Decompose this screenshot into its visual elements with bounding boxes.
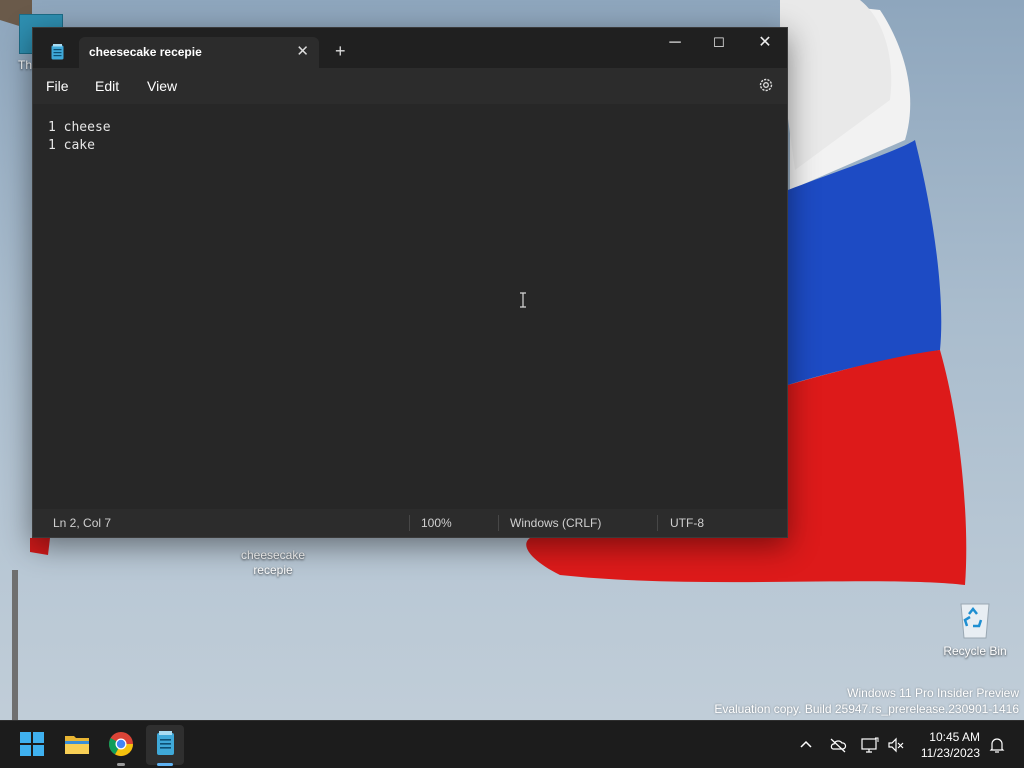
gear-icon[interactable]	[757, 76, 775, 94]
status-zoom[interactable]: 100%	[421, 516, 452, 530]
bell-icon[interactable]	[987, 735, 1007, 755]
desktop-icon-label-line1: cheesecake	[240, 548, 306, 562]
status-divider	[498, 515, 499, 531]
tab-close-icon[interactable]: ✕	[296, 42, 309, 60]
status-encoding[interactable]: UTF-8	[670, 516, 704, 530]
chrome-icon[interactable]	[105, 728, 137, 760]
desktop-icon-label-line2: recepie	[253, 563, 293, 577]
minimize-button[interactable]: ─	[652, 28, 698, 60]
menu-view[interactable]: View	[147, 78, 177, 94]
system-clock[interactable]: 10:45 AM 11/23/2023	[921, 729, 980, 761]
menu-bar: File Edit View	[33, 68, 787, 104]
status-line-ending[interactable]: Windows (CRLF)	[510, 516, 601, 530]
file-explorer-icon[interactable]	[61, 728, 93, 760]
close-button[interactable]: ✕	[742, 28, 788, 60]
notepad-icon	[51, 44, 64, 60]
watermark-line2: Evaluation copy. Build 25947.rs_prerelea…	[714, 702, 1019, 716]
text-line-2: 1 cake	[48, 138, 95, 153]
flag-pole	[12, 570, 18, 720]
notepad-icon[interactable]	[149, 728, 181, 760]
chevron-up-icon[interactable]	[796, 735, 816, 755]
volume-mute-icon[interactable]	[886, 735, 906, 755]
chrome-running-indicator	[117, 763, 125, 766]
clock-time: 10:45 AM	[929, 730, 980, 744]
notepad-active-indicator	[157, 763, 173, 766]
tab-cheesecake-recepie[interactable]: cheesecake recepie ✕	[79, 37, 319, 68]
notepad-window: cheesecake recepie ✕ + ─ ☐ ✕ File Edit V…	[32, 27, 788, 538]
text-editor[interactable]: 1 cheese 1 cake	[33, 104, 787, 510]
maximize-button[interactable]: ☐	[696, 28, 742, 60]
taskbar: 10:45 AM 11/23/2023	[0, 720, 1024, 768]
cloud-offline-icon[interactable]	[828, 735, 848, 755]
status-divider	[409, 515, 410, 531]
status-position: Ln 2, Col 7	[53, 516, 112, 530]
text-line-1: 1 cheese	[48, 120, 111, 135]
watermark-line1: Windows 11 Pro Insider Preview	[847, 686, 1019, 700]
title-bar[interactable]: cheesecake recepie ✕ + ─ ☐ ✕	[33, 28, 787, 68]
recycle-bin-label: Recycle Bin	[943, 644, 1007, 658]
desktop-icon-recycle-bin[interactable]: Recycle Bin	[940, 598, 1010, 659]
windows-start-icon[interactable]	[16, 728, 48, 760]
menu-file[interactable]: File	[46, 78, 69, 94]
text-cursor-icon	[520, 292, 526, 308]
status-divider	[657, 515, 658, 531]
recycle-bin-icon	[960, 603, 990, 639]
windows-watermark: Windows 11 Pro Insider Preview Evaluatio…	[714, 685, 1019, 717]
desktop-icon-partial-label: Th	[18, 58, 33, 72]
tab-title: cheesecake recepie	[89, 45, 202, 59]
clock-date: 11/23/2023	[920, 746, 980, 760]
network-icon[interactable]	[860, 735, 880, 755]
new-tab-button[interactable]: +	[335, 42, 346, 60]
desktop-icon-cheesecake-recepie[interactable]: cheesecake recepie	[233, 548, 313, 578]
menu-edit[interactable]: Edit	[95, 78, 119, 94]
status-bar: Ln 2, Col 7 100% Windows (CRLF) UTF-8	[33, 509, 787, 537]
